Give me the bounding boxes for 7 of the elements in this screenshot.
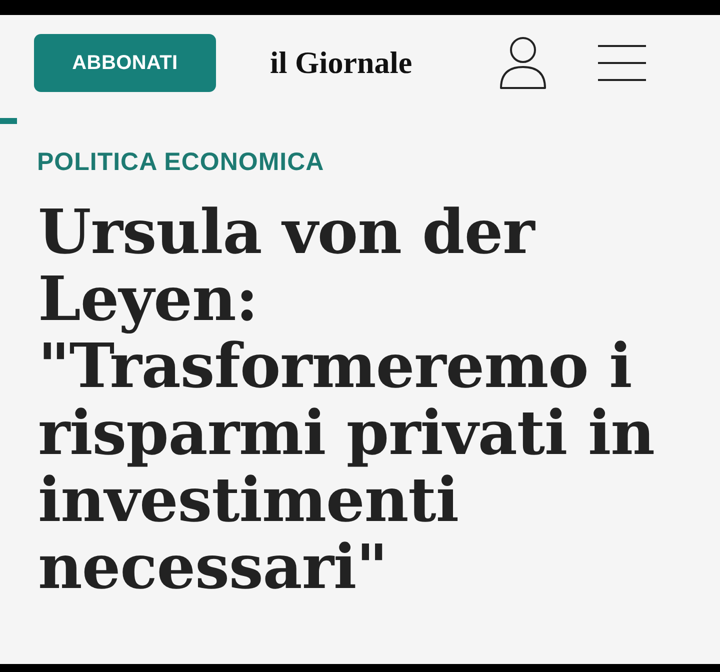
accent-mark xyxy=(0,118,17,124)
user-icon[interactable] xyxy=(498,35,548,91)
menu-icon[interactable] xyxy=(598,44,646,82)
category-label[interactable]: POLITICA ECONOMICA xyxy=(37,148,720,177)
article-headline: Ursula von der Leyen: "Trasformeremo i risparmi privati in investimenti necessari" xyxy=(38,199,656,601)
site-logo[interactable]: il Giornale xyxy=(270,45,412,81)
subscribe-button[interactable]: ABBONATI xyxy=(34,34,216,92)
